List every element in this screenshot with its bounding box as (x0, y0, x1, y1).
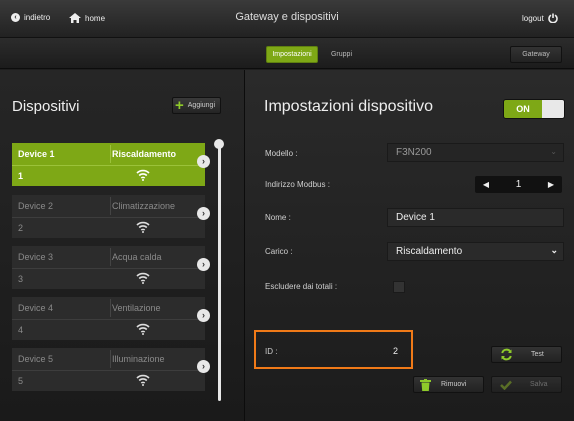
device-category: Ventilazione (112, 303, 161, 313)
plus-icon: + (175, 96, 184, 114)
tab-gateway[interactable]: Gateway (510, 46, 562, 63)
remove-button[interactable]: Rimuovi (413, 376, 484, 393)
test-label: Test (531, 351, 544, 358)
toggle-knob (542, 100, 564, 118)
device-name: Device 5 (18, 354, 54, 364)
exclude-label: Escludere dai totali : (265, 282, 338, 291)
device-category: Riscaldamento (112, 149, 177, 159)
remove-label: Rimuovi (441, 381, 467, 388)
wifi-icon (136, 272, 150, 284)
app-title: Gateway e dispositivi (235, 11, 339, 23)
device-number: 3 (18, 274, 24, 284)
refresh-icon (501, 348, 512, 361)
device-name: Device 4 (18, 303, 54, 313)
trash-icon (420, 378, 431, 391)
exclude-checkbox[interactable] (393, 281, 405, 293)
divider (12, 217, 205, 218)
divider (110, 145, 111, 163)
divider (12, 268, 205, 269)
settings-title: Impostazioni dispositivo (264, 98, 433, 115)
tab-gruppi[interactable]: Gruppi (320, 46, 363, 63)
name-value: Device 1 (396, 212, 435, 223)
add-label: Aggiungi (187, 102, 216, 109)
device-name: Device 2 (18, 201, 54, 211)
enable-toggle[interactable]: ON (503, 99, 565, 119)
load-select[interactable]: Riscaldamento ⌄ (387, 242, 564, 261)
chevron-right-icon[interactable]: › (197, 155, 210, 168)
chevron-right-icon[interactable]: › (197, 360, 210, 373)
scrollbar-thumb[interactable] (214, 139, 224, 149)
device-name: Device 3 (18, 252, 54, 262)
devices-title: Dispositivi (12, 98, 80, 115)
device-number: 4 (18, 325, 24, 335)
chevron-right-icon[interactable]: › (197, 309, 210, 322)
model-label: Modello : (265, 149, 298, 158)
device-card[interactable]: Device 2 Climatizzazione 2 (12, 195, 205, 238)
wifi-icon (136, 169, 150, 181)
wifi-icon (136, 221, 150, 233)
tab-impostazioni[interactable]: Impostazioni (266, 46, 318, 63)
scrollbar-track[interactable] (218, 143, 221, 401)
device-card[interactable]: Device 3 Acqua calda 3 (12, 246, 205, 289)
add-device-button[interactable]: + Aggiungi (172, 97, 221, 114)
wifi-icon (136, 374, 150, 386)
device-category: Acqua calda (112, 252, 162, 262)
load-value: Riscaldamento (396, 246, 463, 257)
divider (12, 165, 205, 166)
device-category: Climatizzazione (112, 201, 176, 211)
name-field[interactable]: Device 1 (387, 208, 564, 227)
device-card[interactable]: Device 1 Riscaldamento 1 (12, 143, 205, 186)
power-icon (548, 13, 558, 23)
logout-button[interactable]: logout (522, 13, 558, 23)
chevron-right-icon[interactable]: › (197, 207, 210, 220)
increment-icon[interactable]: ▶ (544, 176, 558, 193)
device-card[interactable]: Device 4 Ventilazione 4 (12, 297, 205, 340)
device-card[interactable]: Device 5 Illuminazione 5 (12, 348, 205, 391)
device-number: 5 (18, 376, 24, 386)
load-label: Carico : (265, 247, 293, 256)
device-category: Illuminazione (112, 354, 165, 364)
save-label: Salva (530, 381, 548, 388)
model-value: F3N200 (396, 147, 432, 158)
divider (110, 299, 111, 317)
chevron-down-icon: ⌄ (550, 147, 557, 156)
id-label: ID : (265, 347, 278, 356)
divider (110, 197, 111, 215)
id-highlight-box (254, 330, 413, 369)
divider (12, 319, 205, 320)
logout-label: logout (522, 13, 544, 23)
modbus-label: Indirizzo Modbus : (265, 180, 330, 189)
model-select[interactable]: F3N200 ⌄ (387, 143, 564, 162)
wifi-icon (136, 323, 150, 335)
modbus-stepper[interactable]: ◀ 1 ▶ (475, 176, 562, 193)
chevron-right-icon[interactable]: › (197, 258, 210, 271)
save-button[interactable]: Salva (491, 376, 562, 393)
name-label: Nome : (265, 213, 291, 222)
device-number: 1 (18, 171, 24, 181)
divider (110, 350, 111, 368)
divider (12, 370, 205, 371)
id-value: 2 (393, 346, 399, 356)
device-number: 2 (18, 223, 24, 233)
device-name: Device 1 (18, 149, 55, 159)
divider (110, 248, 111, 266)
toggle-on-label: ON (504, 100, 542, 118)
chevron-down-icon: ⌄ (550, 245, 558, 255)
checkmark-icon (500, 380, 512, 390)
test-button[interactable]: Test (491, 346, 562, 363)
